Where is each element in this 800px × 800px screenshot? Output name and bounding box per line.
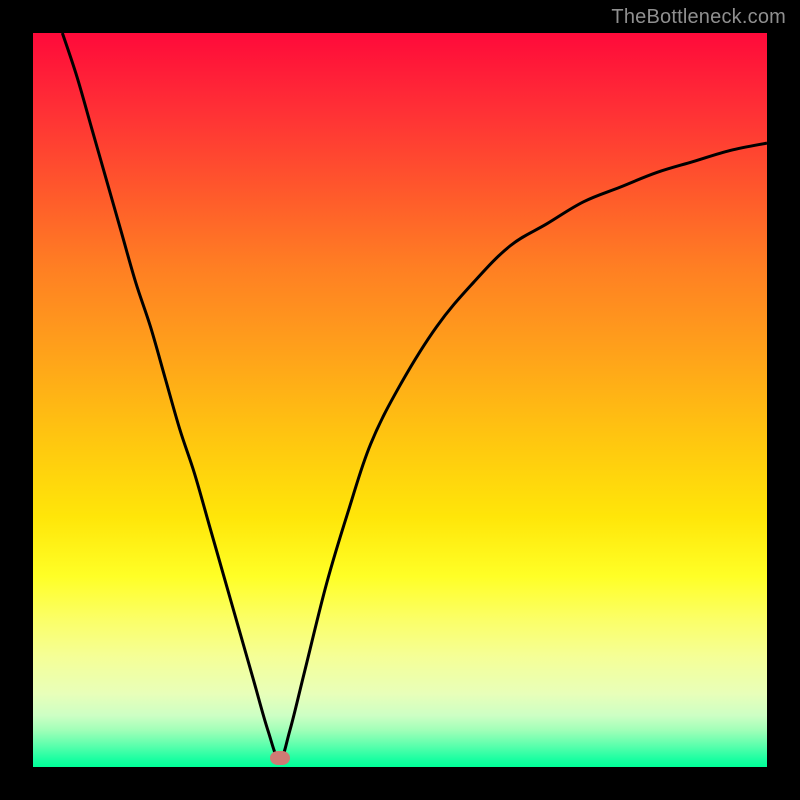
chart-stage: TheBottleneck.com: [0, 0, 800, 800]
watermark-text: TheBottleneck.com: [611, 6, 786, 29]
curve-path: [62, 33, 767, 760]
plot-area: [33, 33, 767, 767]
bottleneck-curve: [33, 33, 767, 767]
minimum-marker: [270, 751, 290, 765]
